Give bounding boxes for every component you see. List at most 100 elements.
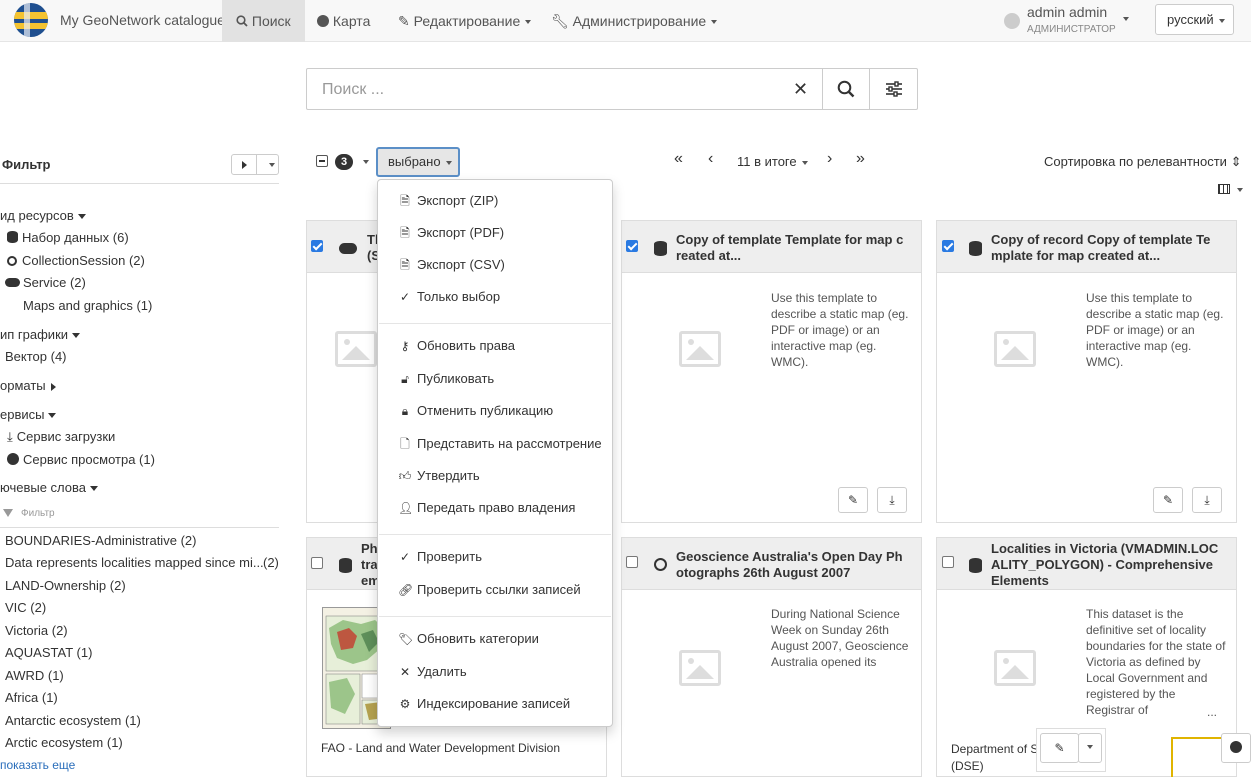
keyword-item[interactable]: Arctic ecosystem (1): [5, 735, 123, 750]
keyword-item[interactable]: AWRD (1): [5, 668, 64, 683]
keyword-item[interactable]: Victoria (2): [5, 623, 68, 638]
podcast-icon: [654, 558, 667, 571]
brand-title[interactable]: My GeoNetwork catalogue: [60, 12, 225, 28]
result-card[interactable]: Copy of template Template for map c reat…: [621, 220, 922, 523]
download-button[interactable]: ⤓: [1192, 487, 1222, 513]
total-results[interactable]: 11 в итоге: [737, 154, 808, 169]
edit-button[interactable]: ✎: [838, 487, 868, 513]
facet-item-vector[interactable]: Вектор (4): [5, 349, 67, 364]
language-select[interactable]: русский: [1155, 4, 1234, 35]
facet-item-service[interactable]: Service (2): [5, 275, 86, 290]
card-checkbox[interactable]: [942, 240, 954, 252]
chevron-down-icon[interactable]: [1237, 188, 1243, 192]
nav-edit[interactable]: ✎ Редактирование: [384, 0, 545, 42]
facet-graphics-type[interactable]: ип графики: [0, 327, 81, 342]
menu-export-csv[interactable]: 🗎︎ Экспорт (CSV): [398, 256, 505, 277]
chevron-down-icon[interactable]: [363, 160, 369, 164]
keyword-item[interactable]: BOUNDARIES-Administrative (2): [5, 533, 196, 548]
edit-options-button[interactable]: [1078, 733, 1102, 763]
search-button[interactable]: [822, 69, 869, 109]
card-title[interactable]: Copy of template Template for map c reat…: [676, 232, 911, 264]
card-title[interactable]: Localities in Victoria (VMADMIN.LOC ALIT…: [991, 541, 1226, 589]
edit-button[interactable]: ✎: [1040, 733, 1079, 763]
facet-item-download[interactable]: ⤓ Сервис загрузки: [7, 429, 115, 445]
last-page-icon[interactable]: »: [856, 150, 865, 168]
advanced-search-button[interactable]: [869, 69, 918, 109]
chevron-down-icon: [525, 20, 532, 25]
card-title[interactable]: Copy of record Copy of template Te mplat…: [991, 232, 1226, 264]
keyword-item[interactable]: LAND-Ownership (2): [5, 578, 126, 593]
chevron-down-icon[interactable]: [269, 163, 275, 167]
keyword-item[interactable]: Africa (1): [5, 690, 58, 705]
menu-publish[interactable]: 🔓︎ Публиковать: [398, 371, 494, 387]
keyword-filter-input[interactable]: Фильтр: [3, 508, 55, 519]
menu-validate-links[interactable]: 🔗︎ Проверить ссылки записей: [398, 582, 581, 597]
menu-delete[interactable]: ✕ Удалить: [398, 664, 467, 679]
facet-label: ид ресурсов: [0, 208, 74, 223]
card-checkbox[interactable]: [942, 556, 954, 568]
menu-submit[interactable]: 🗋︎ Представить на рассмотрение: [398, 435, 602, 456]
facet-resource-type[interactable]: ид ресурсов: [0, 208, 86, 223]
menu-export-pdf[interactable]: 🗎︎ Экспорт (PDF): [398, 224, 504, 245]
search-box: Поиск ... ✕: [306, 68, 918, 110]
pencil-icon: ✎: [398, 13, 410, 29]
keyword-count: (1): [124, 713, 141, 728]
menu-approve[interactable]: 👍︎ Утвердить: [398, 468, 480, 484]
menu-validate[interactable]: ✓ Проверить: [398, 549, 482, 564]
edit-button[interactable]: ✎: [1153, 487, 1183, 513]
keyword-name: AQUASTAT: [5, 645, 73, 660]
facet-formats[interactable]: орматы: [0, 378, 56, 393]
sort-select[interactable]: Сортировка по релевантности ⇕: [1044, 154, 1241, 170]
facet-item-maps[interactable]: Maps and graphics (1): [23, 298, 152, 313]
card-checkbox[interactable]: [626, 556, 638, 568]
facet-item-dataset[interactable]: Набор данных (6): [7, 230, 129, 245]
card-description: Use this template to describe a static m…: [1086, 291, 1224, 369]
facet-keywords[interactable]: ючевые слова: [0, 480, 99, 495]
map-globe-button[interactable]: [1221, 733, 1251, 763]
result-card[interactable]: Geoscience Australia's Open Day Ph otogr…: [621, 537, 922, 777]
keyword-name: Africa: [5, 690, 39, 705]
selected-actions-button[interactable]: выбрано: [376, 147, 460, 177]
play-icon[interactable]: [242, 161, 247, 169]
menu-selection-only[interactable]: ✓ Только выбор: [398, 289, 500, 304]
first-page-icon[interactable]: «: [674, 150, 683, 168]
download-button[interactable]: ⤓: [877, 487, 907, 513]
show-more-link[interactable]: показать еще: [0, 758, 75, 772]
card-checkbox[interactable]: [311, 240, 323, 252]
search-input[interactable]: Поиск ...: [322, 81, 384, 99]
card-description: This dataset is the definitive set of lo…: [1086, 607, 1226, 717]
clear-search-icon[interactable]: ✕: [793, 79, 808, 100]
nav-map[interactable]: Карта: [303, 0, 384, 42]
menu-transfer-ownership[interactable]: 👤︎ Передать право владения: [398, 500, 575, 515]
selected-actions-label: выбрано: [388, 154, 441, 169]
keyword-item[interactable]: Antarctic ecosystem (1): [5, 713, 141, 728]
keyword-item[interactable]: Data represents localities mapped since …: [5, 555, 264, 570]
select-all-checkbox[interactable]: [316, 155, 328, 167]
tags-icon: 🏷︎: [398, 632, 414, 646]
card-title[interactable]: Geoscience Australia's Open Day Ph otogr…: [676, 549, 911, 581]
menu-label: Представить на рассмотрение: [417, 436, 602, 451]
menu-update-privileges[interactable]: ⚷ Обновить права: [398, 338, 515, 353]
chevron-down-icon: [801, 160, 808, 165]
facet-item-collection[interactable]: CollectionSession (2): [7, 253, 145, 268]
facet-services[interactable]: ервисы: [0, 407, 57, 422]
facet-item-view[interactable]: Сервис просмотра (1): [7, 452, 155, 467]
geonetwork-logo-icon[interactable]: [14, 3, 48, 37]
result-card[interactable]: Copy of record Copy of template Te mplat…: [936, 220, 1237, 523]
menu-export-zip[interactable]: 🗎︎ Экспорт (ZIP): [398, 192, 498, 213]
menu-update-categories[interactable]: 🏷︎ Обновить категории: [398, 631, 539, 646]
next-page-icon[interactable]: ›: [827, 150, 832, 168]
podcast-icon: [7, 256, 17, 266]
nav-admin[interactable]: 🔧︎ Администрирование: [537, 0, 731, 42]
keyword-item[interactable]: AQUASTAT (1): [5, 645, 92, 660]
card-checkbox[interactable]: [626, 240, 638, 252]
prev-page-icon[interactable]: ‹: [708, 150, 713, 168]
close-icon: ✕: [399, 665, 411, 679]
menu-index-records[interactable]: ⚙︎ Индексирование записей: [398, 696, 571, 711]
card-checkbox[interactable]: [311, 557, 323, 569]
keyword-name: BOUNDARIES-Administrative: [5, 533, 177, 548]
nav-search[interactable]: Поиск: [222, 0, 305, 42]
grid-view-icon[interactable]: [1218, 184, 1230, 194]
keyword-item[interactable]: VIC (2): [5, 600, 46, 615]
menu-unpublish[interactable]: 🔒︎ Отменить публикацию: [398, 403, 553, 419]
